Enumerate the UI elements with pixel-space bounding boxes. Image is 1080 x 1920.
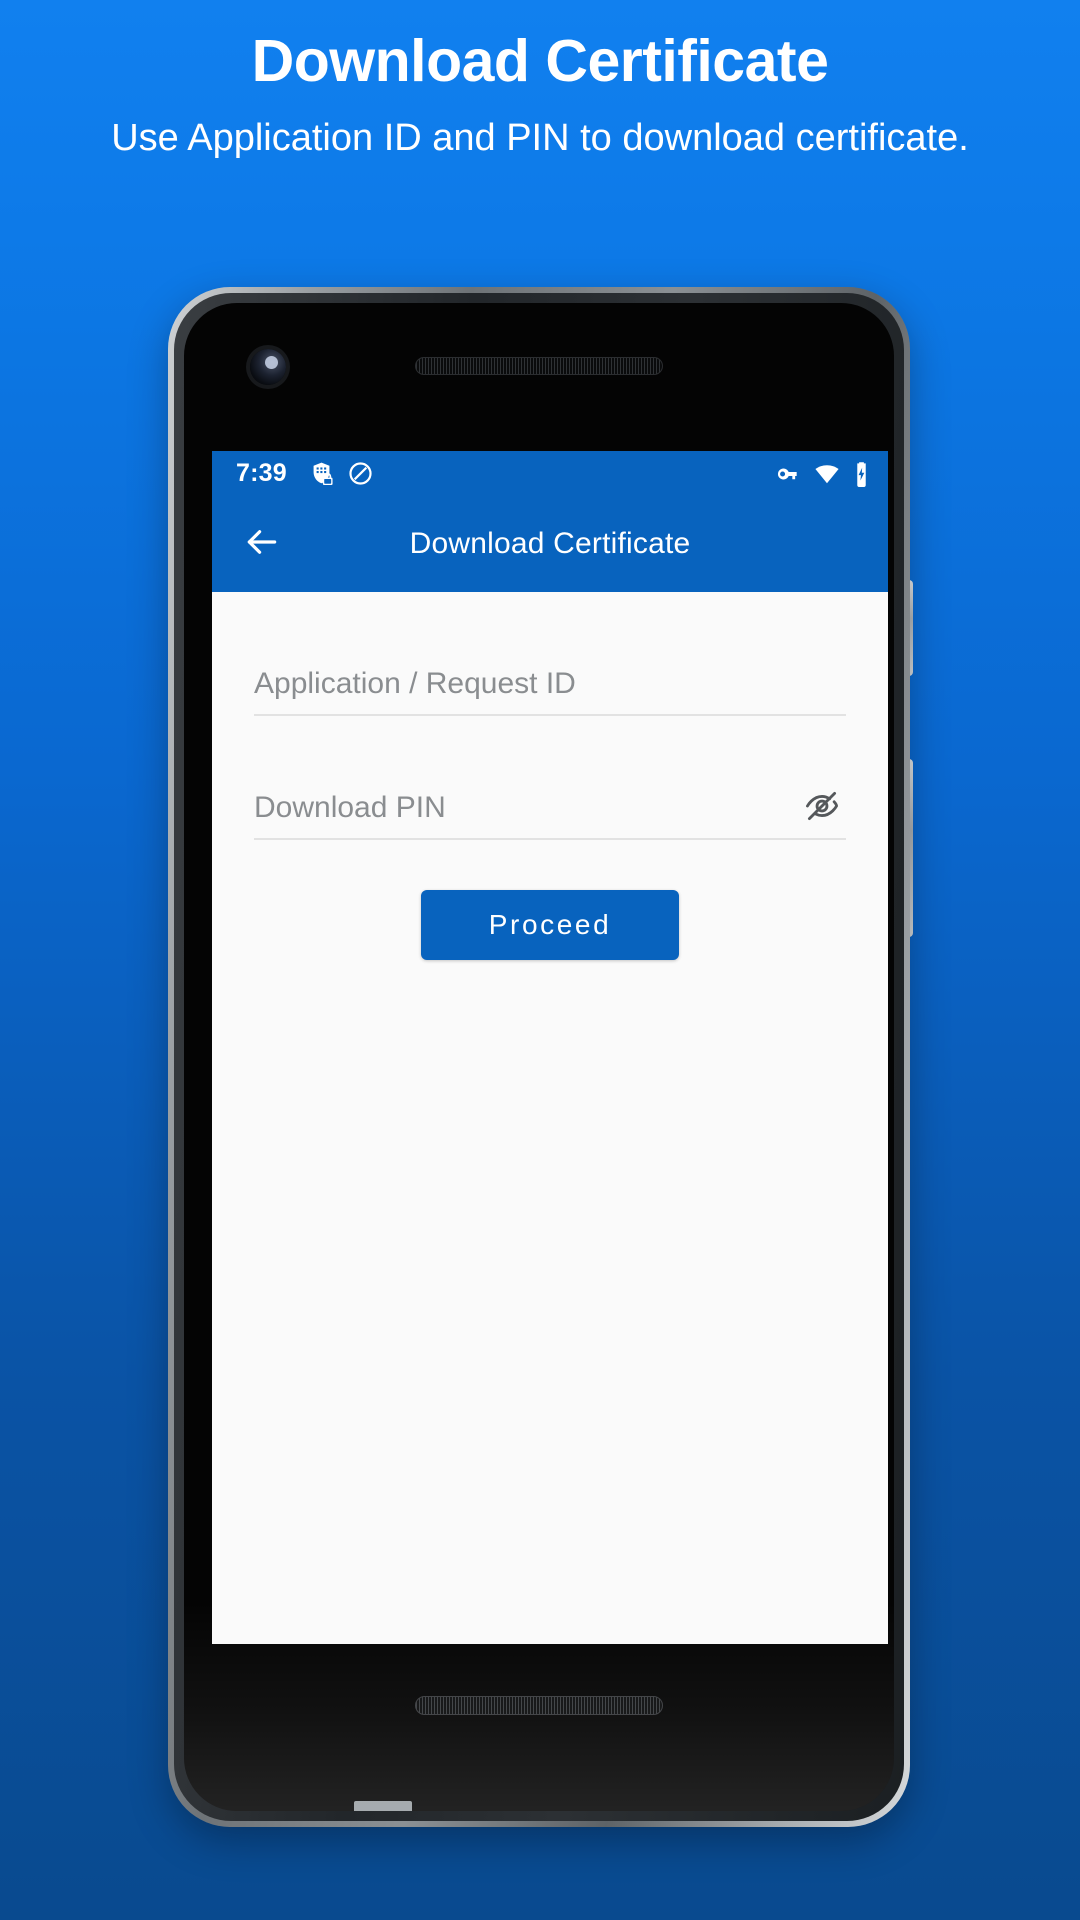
download-pin-field[interactable]: Download PIN [254,778,846,840]
front-camera-icon [250,349,286,385]
top-speaker-grille [415,357,663,375]
proceed-button[interactable]: Proceed [421,890,679,960]
phone-frame: 7:39 Download Certificate Application / … [168,287,910,1827]
status-bar-system-icons [775,461,870,487]
status-bar-notification-icons [309,461,373,486]
bottom-antenna-notch [354,1801,412,1811]
application-request-id-placeholder: Application / Request ID [254,667,576,700]
eye-off-icon [804,788,840,829]
app-bar: Download Certificate [212,496,888,592]
do-not-disturb-icon [348,461,373,486]
wifi-icon [814,461,840,487]
vpn-key-icon [775,461,801,487]
promo-subtitle: Use Application ID and PIN to download c… [111,116,969,159]
arrow-left-icon [243,523,281,566]
phone-body: 7:39 Download Certificate Application / … [184,303,894,1811]
battery-charging-icon [853,461,870,487]
phone-screen: 7:39 Download Certificate Application / … [212,451,888,1644]
phone-inner-frame: 7:39 Download Certificate Application / … [174,293,904,1821]
phone-mockup: 7:39 Download Certificate Application / … [168,287,913,1827]
promo-header: Download Certificate Use Application ID … [0,0,1080,168]
status-clock: 7:39 [236,459,287,487]
download-pin-placeholder: Download PIN [254,791,446,824]
app-bar-title: Download Certificate [409,527,691,560]
submit-row: Proceed [254,890,846,960]
bottom-speaker-grille [415,1696,663,1715]
shield-lock-icon [309,461,334,486]
toggle-pin-visibility-button[interactable] [800,786,844,830]
application-request-id-field[interactable]: Application / Request ID [254,654,846,716]
status-bar: 7:39 [212,451,888,496]
promo-title: Download Certificate [251,28,829,94]
back-button[interactable] [230,512,294,576]
form-container: Application / Request ID Download PIN Pr… [212,654,888,1644]
